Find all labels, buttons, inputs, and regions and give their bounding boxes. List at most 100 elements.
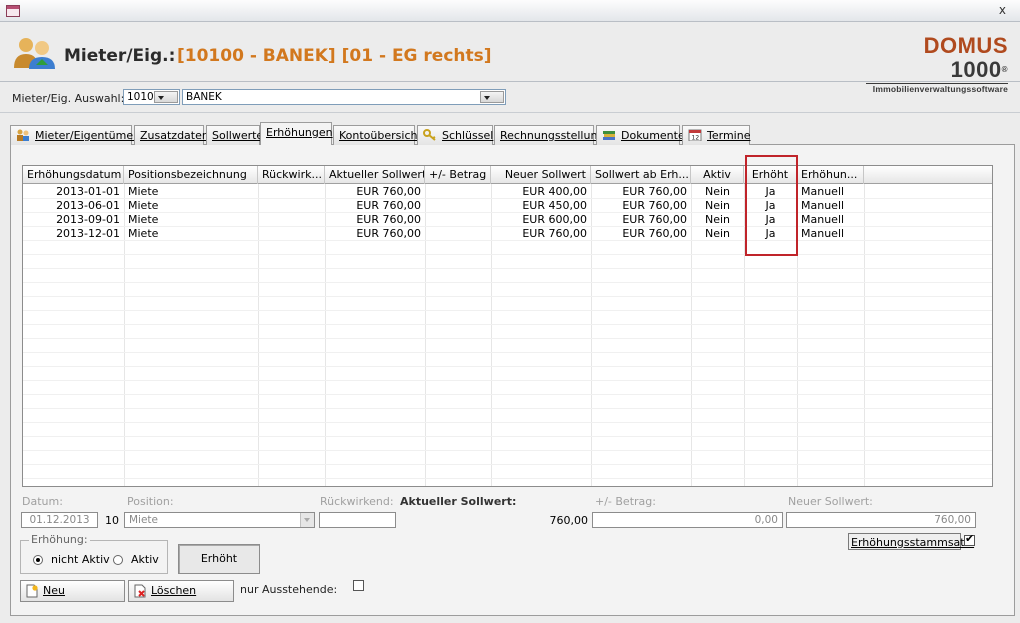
raised-toggle-button[interactable]: Erhöht [178, 544, 260, 574]
column-header[interactable]: Neuer Sollwert [491, 166, 591, 184]
cell-date: 2013-06-01 [56, 199, 120, 212]
tab-label: Zusatzdaten [140, 129, 209, 142]
cell-current: EUR 760,00 [356, 213, 421, 226]
grid-row-line [23, 254, 992, 255]
cell-after: EUR 760,00 [622, 185, 687, 198]
grid-row-line [23, 352, 992, 353]
tab-label: Erhöhungen [266, 126, 333, 139]
cell-position: Miete [128, 227, 159, 240]
tab-rechnungsstellung[interactable]: Rechnungsstellung [494, 125, 604, 145]
close-icon[interactable]: x [999, 3, 1006, 17]
cell-new: EUR 600,00 [522, 213, 587, 226]
cell-new: EUR 760,00 [522, 227, 587, 240]
tab-dokumente[interactable]: Dokumente [596, 125, 685, 145]
tab-schluessel[interactable]: Schlüssel [417, 125, 493, 145]
new-value-label: Neuer Sollwert: [788, 495, 873, 508]
tenant-name-combo[interactable]: BANEK [182, 89, 506, 105]
cell-new: EUR 450,00 [522, 199, 587, 212]
chevron-down-icon[interactable] [300, 513, 314, 527]
new-document-icon [26, 584, 38, 598]
cell-type: Manuell [801, 199, 845, 212]
cell-current: EUR 760,00 [356, 185, 421, 198]
new-button[interactable]: Neu [20, 580, 125, 602]
cell-retroactive [258, 227, 325, 241]
master-record-label: Erhöhungsstammsatz: [848, 533, 974, 550]
tenant-id-combo[interactable]: 10100 [123, 89, 180, 105]
new-value-field[interactable]: 760,00 [786, 512, 976, 528]
cell-after: EUR 760,00 [622, 227, 687, 240]
grid-row-line [23, 282, 992, 283]
column-header[interactable]: Sollwert ab Erh... [591, 166, 691, 184]
grid-row-line [23, 268, 992, 269]
logo-registered: ® [1001, 65, 1008, 74]
group-legend: Erhöhung: [29, 533, 90, 546]
delete-document-icon [134, 584, 146, 598]
cell-retroactive [258, 199, 325, 213]
grid-row-line [23, 338, 992, 339]
cell-type: Manuell [801, 213, 845, 226]
radio-active[interactable] [113, 555, 123, 565]
column-header[interactable]: Rückwirk... [258, 166, 325, 184]
radio-inactive[interactable] [33, 555, 43, 565]
tab-label: Sollwerte [212, 129, 264, 142]
form-icon [6, 5, 20, 17]
tab-label: Termine [707, 129, 751, 142]
tenant-name-value: BANEK [186, 91, 222, 103]
tab-label: Dokumente [621, 129, 685, 142]
increase-table[interactable]: Erhöhungsdatum Positionsbezeichnung Rück… [22, 165, 993, 487]
key-icon [423, 129, 436, 141]
chevron-down-icon[interactable] [480, 91, 504, 103]
new-button-label: Neu [43, 584, 65, 597]
chevron-down-icon[interactable] [154, 91, 178, 103]
delta-label: +/- Betrag: [595, 495, 656, 508]
domus-logo: DOMUS 1000® Immobilienverwaltungssoftwar… [866, 33, 1008, 94]
pending-only-label: nur Ausstehende: [240, 583, 338, 596]
cell-delta [425, 213, 491, 227]
date-field[interactable]: 01.12.2013 [21, 512, 98, 528]
tab-label: Rechnungsstellung [500, 129, 605, 142]
retroactive-field[interactable] [319, 512, 396, 528]
delta-field[interactable]: 0,00 [592, 512, 783, 528]
grid-row-line [23, 296, 992, 297]
grid-row-line [23, 408, 992, 409]
grid-line [864, 184, 865, 486]
tab-termine[interactable]: 12 Termine [682, 125, 750, 145]
column-header[interactable]: Aktueller Sollwert [325, 166, 425, 184]
column-header[interactable]: Aktiv [691, 166, 744, 184]
delete-button[interactable]: Löschen [128, 580, 234, 602]
cell-type: Manuell [801, 185, 845, 198]
cell-active: Nein [704, 199, 731, 212]
tab-kontouebersicht[interactable]: Kontoübersicht [333, 125, 422, 145]
grid-row-line [23, 366, 992, 367]
tab-label: Schlüssel [442, 129, 494, 142]
master-record-checkbox[interactable] [964, 532, 975, 546]
cell-raised: Ja [765, 227, 776, 240]
column-header[interactable]: Erhöhungsdatum [23, 166, 124, 184]
form-header: Mieter/Eig.: [10100 - BANEK] [01 - EG re… [0, 22, 1020, 94]
tab-sollwerte[interactable]: Sollwerte [206, 125, 264, 145]
cell-delta [425, 185, 491, 199]
window-titlebar: x [0, 0, 1020, 22]
pending-only-checkbox[interactable] [353, 580, 364, 591]
tab-mieter-eigentuemer[interactable]: Mieter/Eigentümer [10, 125, 138, 145]
grid-row-line [23, 422, 992, 423]
cell-position: Miete [128, 185, 159, 198]
logo-word: DOMUS [923, 33, 1008, 58]
logo-tagline: Immobilienverwaltungssoftware [866, 83, 1008, 95]
column-header[interactable]: Positionsbezeichnung [124, 166, 258, 184]
tab-zusatzdaten[interactable]: Zusatzdaten [134, 125, 209, 145]
tab-erhoehungen[interactable]: Erhöhungen [260, 122, 333, 145]
header-label: Mieter/Eig.: [64, 46, 176, 66]
column-header[interactable]: Erhöhun... [797, 166, 864, 184]
column-header[interactable]: Erhöht [744, 166, 797, 184]
cell-after: EUR 760,00 [622, 213, 687, 226]
current-value: 760,00 [549, 514, 589, 527]
cell-active: Nein [704, 227, 731, 240]
cell-date: 2013-12-01 [56, 227, 120, 240]
cell-current: EUR 760,00 [356, 227, 421, 240]
cell-delta [425, 227, 491, 241]
people-icon [14, 38, 55, 69]
column-header[interactable]: +/- Betrag [425, 166, 491, 184]
radio-active-label: Aktiv [131, 553, 159, 566]
position-select[interactable]: Miete [124, 512, 315, 528]
